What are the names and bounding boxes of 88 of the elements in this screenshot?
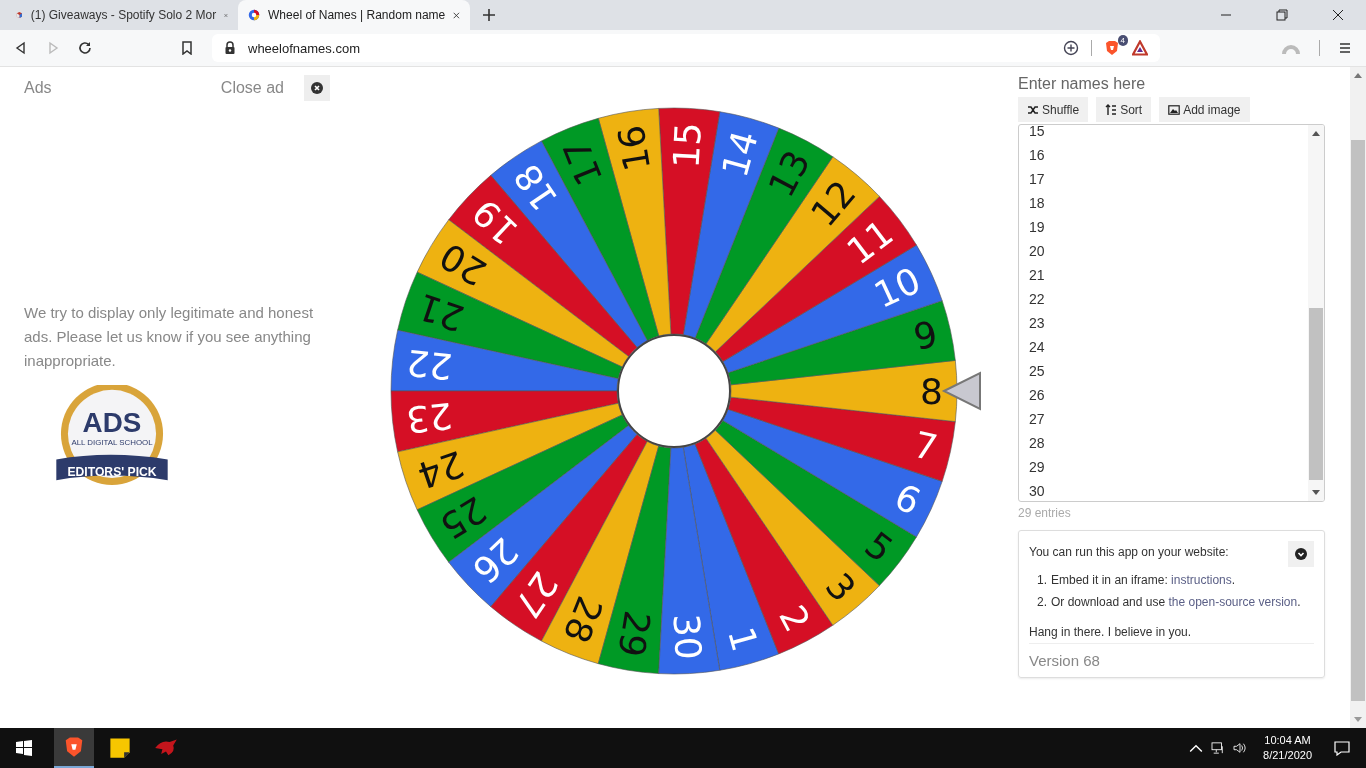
name-entry: 19 [1029,218,1046,237]
plus-circle-icon[interactable] [1063,40,1079,56]
wheel-label: 1 [720,622,766,656]
wheel-label: 10 [867,259,927,316]
wheel-label: 9 [909,313,942,359]
close-ad-button[interactable] [304,75,330,101]
browser-tab[interactable]: Wheel of Names | Random name [238,0,470,30]
add-image-button[interactable]: Add image [1159,97,1250,122]
clock-date[interactable]: 8/21/2020 [1263,748,1312,763]
address-bar[interactable]: wheelofnames.com 4 [212,34,1160,62]
closing-text: Hang in there. I believe in you. [1029,625,1314,644]
close-icon[interactable] [453,10,460,20]
wheel-label: 7 [909,423,942,469]
wheel-label: 2 [771,598,819,639]
wheel-icon [248,7,261,23]
pointer-icon [941,371,981,411]
name-entry: 26 [1029,386,1046,405]
name-entry: 28 [1029,434,1046,453]
scrollbar[interactable] [1308,125,1324,501]
name-entry: 29 [1029,458,1046,477]
version-label: Version 68 [1029,652,1101,669]
scroll-up-icon[interactable] [1312,131,1320,136]
scrollbar[interactable] [1350,67,1366,728]
close-icon [311,82,323,94]
reload-icon[interactable] [78,41,92,55]
lion-shield-icon[interactable] [1104,40,1120,56]
scroll-down-icon[interactable] [1312,490,1320,495]
wheel-label: 14 [713,126,766,182]
lion-app-icon[interactable] [54,728,94,768]
caret-up-icon[interactable] [1189,742,1204,754]
close-ad-label: Close ad [220,79,284,97]
notification-icon[interactable] [1334,740,1350,756]
wheel-label: 29 [610,607,659,660]
scroll-up-icon[interactable] [1354,73,1362,78]
restore-icon[interactable] [1276,9,1288,21]
info-link[interactable]: instructions [1171,573,1232,587]
bookmark-icon[interactable] [180,41,194,55]
name-entry: 20 [1029,242,1046,261]
wheel-label: 30 [665,612,710,661]
sort-button[interactable]: Sort [1096,97,1152,122]
back-icon[interactable] [14,41,28,55]
ads-label: Ads [24,79,52,97]
name-entry: 22 [1029,290,1046,309]
lock-icon [224,41,236,55]
menu-icon[interactable] [1338,41,1352,55]
wheel-label: 6 [888,475,927,523]
wheel-label: 15 [665,121,710,170]
wheel-label: 22 [404,341,455,388]
shuffle-button[interactable]: Shuffle [1018,97,1089,122]
shuffle-icon [1027,103,1039,116]
list-number: 1. [1037,572,1047,589]
wheel-label: 8 [920,370,943,412]
name-entry: 30 [1029,482,1046,501]
ads-notice: We try to display only legitimate and honest ads. Please let us know if you see anything inappropriate. [24,303,314,371]
volume-icon[interactable] [1233,742,1248,754]
wheel-label: 24 [412,442,470,497]
name-entry: 24 [1029,338,1046,357]
network-icon[interactable] [1211,742,1226,754]
name-entry: 21 [1029,266,1046,285]
wheel-label: 17 [555,133,611,192]
name-entry: 27 [1029,410,1046,429]
triangle-icon[interactable] [1132,40,1148,56]
image-icon [1168,103,1181,116]
close-icon[interactable] [1332,9,1344,21]
wheel-hub[interactable] [617,334,731,448]
name-entry: 16 [1029,146,1046,165]
wheel-label: 23 [404,394,455,441]
name-entry: 23 [1029,314,1046,333]
name-entry: 18 [1029,194,1046,213]
name-entry: 15 [1029,125,1046,141]
new-tab-icon[interactable] [482,8,496,22]
collapse-button[interactable] [1288,541,1314,567]
clock-time[interactable]: 10:04 AM [1264,733,1311,748]
browser-tab[interactable]: (1) Giveaways - Spotify Solo 2 Mor [6,0,238,30]
wheel-label: 16 [610,122,659,175]
entries-count: 29 entries [1018,506,1072,520]
list-number: 2. [1037,594,1047,611]
sort-icon [1105,103,1118,116]
name-entry: 25 [1029,362,1046,381]
names-field[interactable]: 15 16 17 18 19 20 21 22 23 24 25 26 27 28 29 30 [1018,124,1325,502]
chevron-down-icon [1295,548,1307,560]
windows-icon[interactable] [16,740,32,756]
info-item: Embed it in an iframe: instructions. [1051,572,1236,589]
names-heading: Enter names here [1018,74,1147,94]
name-entry: 17 [1029,170,1046,189]
count-badge: 4 [1117,35,1128,46]
info-text: You can run this app on your website: [1029,545,1229,559]
info-item: Or download and use the open-source version. [1051,594,1301,611]
